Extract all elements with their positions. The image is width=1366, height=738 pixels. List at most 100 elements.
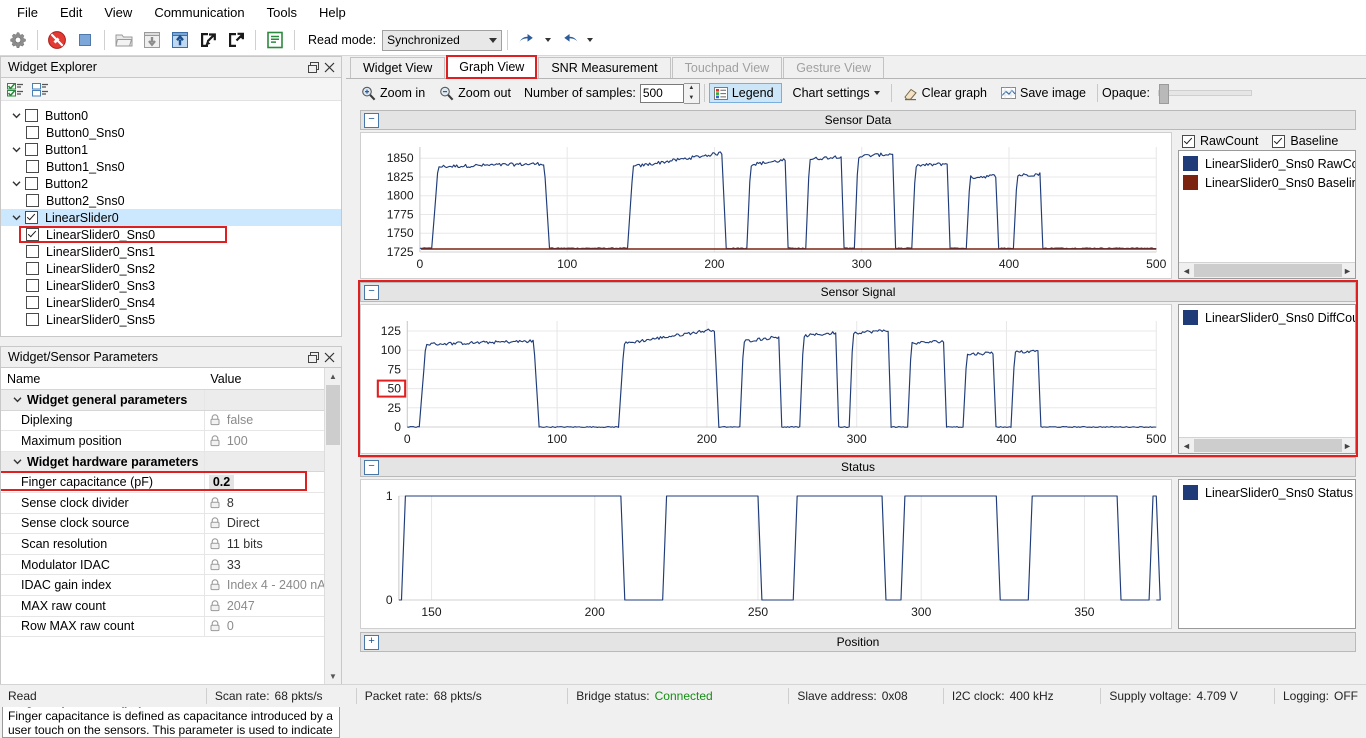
scroll-up-icon[interactable]: ▲ <box>325 368 341 384</box>
tree-item-linearslider0_sns5[interactable]: LinearSlider0_Sns5 <box>1 311 341 328</box>
collapse-icon[interactable]: − <box>364 460 379 475</box>
parameter-value[interactable]: Direct <box>227 516 260 530</box>
tree-item-checkbox[interactable] <box>26 160 39 173</box>
chevron-down-icon[interactable] <box>7 175 25 192</box>
menu-view[interactable]: View <box>93 2 143 23</box>
collapse-icon[interactable]: − <box>364 113 379 128</box>
zoom-in-button[interactable]: Zoom in <box>354 83 432 104</box>
tree-item-linearslider0_sns4[interactable]: LinearSlider0_Sns4 <box>1 294 341 311</box>
tree-item-button0[interactable]: Button0 <box>1 107 341 124</box>
parameter-row[interactable]: MAX raw count 2047 <box>1 595 341 617</box>
parameter-group-row[interactable]: Widget hardware parameters <box>1 451 341 473</box>
chart-settings-button[interactable]: Chart settings <box>786 83 887 103</box>
stepper-down-icon[interactable]: ▼ <box>684 93 699 103</box>
tree-item-checkbox[interactable] <box>26 279 39 292</box>
widget-tree[interactable]: Button0 Button0_Sns0 Button1 Button1_Sns0 Bu… <box>1 101 341 328</box>
position-header[interactable]: + Position <box>360 632 1356 652</box>
chevron-down-icon[interactable] <box>7 457 27 466</box>
parameter-row[interactable]: Diplexing false <box>1 410 341 432</box>
scroll-right-icon[interactable]: ► <box>1340 266 1355 276</box>
parameter-value[interactable]: 0.2 <box>208 475 235 490</box>
tree-item-checkbox[interactable] <box>25 109 38 122</box>
chevron-down-icon[interactable] <box>7 209 25 226</box>
hscroll-track[interactable] <box>1194 264 1342 277</box>
tree-item-linearslider0[interactable]: LinearSlider0 <box>1 209 341 226</box>
status-legend-list[interactable]: LinearSlider0_Sns0 Status <box>1178 479 1356 629</box>
parameter-value[interactable]: false <box>227 413 253 427</box>
menu-file[interactable]: File <box>6 2 49 23</box>
legend-hscrollbar[interactable]: ◄ ► <box>1179 437 1355 453</box>
tree-item-button1[interactable]: Button1 <box>1 141 341 158</box>
close-icon[interactable] <box>321 59 337 75</box>
parameter-row[interactable]: Finger capacitance (pF) 0.2 <box>1 471 341 493</box>
import-icon[interactable] <box>194 27 222 53</box>
open-folder-icon[interactable] <box>110 27 138 53</box>
parameter-row[interactable]: Sense clock divider 8 <box>1 492 341 514</box>
scroll-left-icon[interactable]: ◄ <box>1179 441 1194 451</box>
sensor-signal-plot[interactable]: 0 25 50 75 100 125 0 100 200 300 400 500 <box>360 304 1172 454</box>
legend-series-item[interactable]: LinearSlider0_Sns0 DiffCount <box>1183 308 1355 327</box>
zoom-out-button[interactable]: Zoom out <box>432 83 518 104</box>
tree-item-checkbox[interactable] <box>26 126 39 139</box>
sensor-signal-legend-list[interactable]: LinearSlider0_Sns0 DiffCount ◄ ► <box>1178 304 1356 454</box>
read-from-device-icon[interactable] <box>166 27 194 53</box>
parameter-row[interactable]: Row MAX raw count 0 <box>1 616 341 638</box>
status-plot[interactable]: 0 1 150 200 250 300 350 <box>360 479 1172 629</box>
opaque-slider[interactable] <box>1157 84 1252 104</box>
parameter-row[interactable]: IDAC gain index Index 4 - 2400 nA <box>1 574 341 596</box>
parameter-value[interactable]: 11 bits <box>227 537 263 551</box>
legend-check-rawcount[interactable]: RawCount <box>1182 134 1258 148</box>
legend-check-baseline[interactable]: Baseline <box>1272 134 1338 148</box>
parameter-value[interactable]: Index 4 - 2400 nA <box>227 578 326 592</box>
tab-widget-view[interactable]: Widget View <box>350 57 446 78</box>
tree-item-button1_sns0[interactable]: Button1_Sns0 <box>1 158 341 175</box>
tree-item-checkbox[interactable] <box>26 262 39 275</box>
parameter-row[interactable]: Modulator IDAC 33 <box>1 554 341 576</box>
redo-dropdown[interactable] <box>583 27 597 53</box>
tree-item-button2_sns0[interactable]: Button2_Sns0 <box>1 192 341 209</box>
hscroll-thumb[interactable] <box>1194 439 1342 452</box>
check-all-icon[interactable] <box>7 82 24 97</box>
apply-to-device-icon[interactable] <box>138 27 166 53</box>
scroll-left-icon[interactable]: ◄ <box>1179 266 1194 276</box>
hscroll-track[interactable] <box>1194 439 1342 452</box>
tree-item-linearslider0_sns0[interactable]: LinearSlider0_Sns0 <box>1 226 341 243</box>
legend-checkbox[interactable] <box>1272 134 1286 148</box>
collapse-icon[interactable]: − <box>364 285 379 300</box>
parameter-value[interactable]: 100 <box>227 434 248 448</box>
parameter-value[interactable]: 8 <box>227 496 234 510</box>
menu-tools[interactable]: Tools <box>256 2 308 23</box>
expand-icon[interactable]: + <box>364 635 379 650</box>
parameters-scrollbar[interactable]: ▲ ▼ <box>324 368 341 684</box>
tree-item-button0_sns0[interactable]: Button0_Sns0 <box>1 124 341 141</box>
legend-series-item[interactable]: LinearSlider0_Sns0 Baseline <box>1183 173 1355 192</box>
legend-series-item[interactable]: LinearSlider0_Sns0 Status <box>1183 483 1355 502</box>
legend-toggle-button[interactable]: Legend <box>708 83 782 103</box>
menu-edit[interactable]: Edit <box>49 2 93 23</box>
settings-gear-icon[interactable] <box>4 27 32 53</box>
legend-series-item[interactable]: LinearSlider0_Sns0 RawCount <box>1183 154 1355 173</box>
samples-input[interactable]: 500 <box>639 83 684 103</box>
tab-graph-view[interactable]: Graph View <box>446 55 538 79</box>
legend-checkbox[interactable] <box>1182 134 1195 148</box>
undo-dropdown[interactable] <box>541 27 555 53</box>
samples-stepper[interactable]: ▲ ▼ <box>683 82 700 104</box>
view-tabs[interactable]: Widget View Graph View SNR Measurement Touc… <box>346 55 1366 79</box>
hscroll-thumb[interactable] <box>1194 264 1342 277</box>
tree-item-checkbox[interactable] <box>25 211 38 224</box>
tree-item-linearslider0_sns2[interactable]: LinearSlider0_Sns2 <box>1 260 341 277</box>
redo-button[interactable] <box>555 27 583 53</box>
uncheck-all-icon[interactable] <box>32 82 49 97</box>
tree-item-checkbox[interactable] <box>26 313 39 326</box>
stop-icon[interactable] <box>71 27 99 53</box>
menu-communication[interactable]: Communication <box>143 2 255 23</box>
parameter-value[interactable]: 2047 <box>227 599 255 613</box>
parameter-row[interactable]: Sense clock source Direct <box>1 513 341 535</box>
tree-item-linearslider0_sns3[interactable]: LinearSlider0_Sns3 <box>1 277 341 294</box>
export-icon[interactable] <box>222 27 250 53</box>
float-icon[interactable] <box>305 349 321 365</box>
legend-hscrollbar[interactable]: ◄ ► <box>1179 262 1355 278</box>
scroll-down-icon[interactable]: ▼ <box>325 668 341 684</box>
disconnect-icon[interactable] <box>43 27 71 53</box>
stepper-up-icon[interactable]: ▲ <box>684 84 699 94</box>
